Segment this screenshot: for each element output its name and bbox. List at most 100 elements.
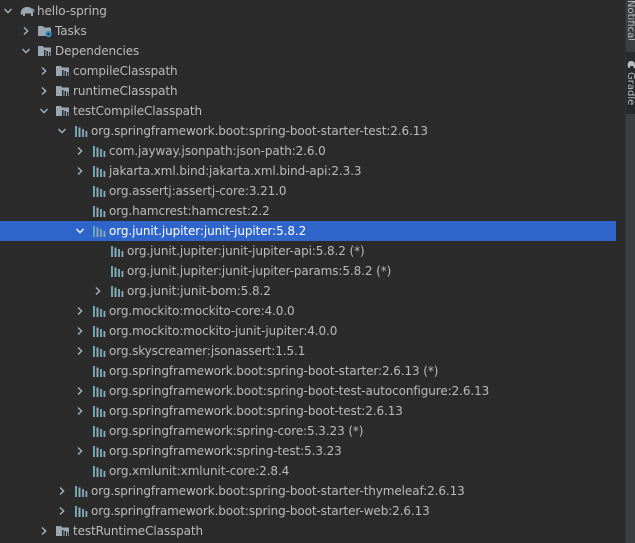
tree-row[interactable]: org.junit.jupiter:junit-jupiter:5.8.2: [0, 221, 616, 241]
tree-row[interactable]: org.junit:junit-bom:5.8.2: [0, 281, 616, 301]
gradle-tab-label: Gradle: [626, 72, 635, 106]
tree-row[interactable]: org.mockito:mockito-junit-jupiter:4.0.0: [0, 321, 616, 341]
gradle-dependency-tree: hello-spring Tasks Dependencies compileClas…: [0, 0, 616, 543]
tree-row[interactable]: org.springframework.boot:spring-boot-sta…: [0, 481, 616, 501]
configuration-folder-icon: [55, 523, 71, 539]
tree-row-label: org.junit.jupiter:junit-jupiter-api:5.8.…: [127, 244, 365, 258]
tree-row-label: org.hamcrest:hamcrest:2.2: [109, 204, 270, 218]
chevron-right-icon[interactable]: [73, 161, 87, 181]
library-icon: [73, 503, 89, 519]
chevron-right-icon[interactable]: [91, 281, 105, 301]
configuration-folder-icon: [55, 83, 71, 99]
tree-row[interactable]: org.mockito:mockito-core:4.0.0: [0, 301, 616, 321]
chevron-down-icon[interactable]: [73, 221, 87, 241]
library-icon: [91, 163, 107, 179]
tree-row[interactable]: org.skyscreamer:jsonassert:1.5.1: [0, 341, 616, 361]
library-icon: [91, 343, 107, 359]
library-icon: [73, 483, 89, 499]
notifications-tool-tab[interactable]: Notifications: [626, 0, 635, 40]
chevron-right-icon[interactable]: [73, 141, 87, 161]
chevron-right-icon[interactable]: [73, 321, 87, 341]
library-icon: [91, 143, 107, 159]
tree-row[interactable]: hello-spring: [0, 1, 616, 21]
library-icon: [91, 423, 107, 439]
tree-row[interactable]: Dependencies: [0, 41, 616, 61]
library-icon: [91, 363, 107, 379]
tree-row-label: org.springframework:spring-test:5.3.23: [109, 444, 342, 458]
library-icon: [109, 243, 125, 259]
chevron-right-icon[interactable]: [19, 21, 33, 41]
tree-row[interactable]: runtimeClasspath: [0, 81, 616, 101]
tree-row[interactable]: testCompileClasspath: [0, 101, 616, 121]
chevron-right-icon[interactable]: [73, 401, 87, 421]
chevron-right-icon[interactable]: [73, 381, 87, 401]
tree-row-label: jakarta.xml.bind:jakarta.xml.bind-api:2.…: [109, 164, 362, 178]
tree-row[interactable]: org.springframework:spring-test:5.3.23: [0, 441, 616, 461]
tree-row[interactable]: org.hamcrest:hamcrest:2.2: [0, 201, 616, 221]
tree-row[interactable]: jakarta.xml.bind:jakarta.xml.bind-api:2.…: [0, 161, 616, 181]
tree-row[interactable]: testRuntimeClasspath: [0, 521, 616, 541]
chevron-down-icon[interactable]: [37, 101, 51, 121]
gradle-tool-tab[interactable]: Gradle: [626, 52, 635, 114]
library-icon: [91, 183, 107, 199]
tree-row[interactable]: compileClasspath: [0, 61, 616, 81]
tree-row-label: org.springframework.boot:spring-boot-sta…: [91, 124, 428, 138]
chevron-right-icon[interactable]: [73, 301, 87, 321]
tree-row[interactable]: org.springframework.boot:spring-boot-tes…: [0, 401, 616, 421]
chevron-right-icon[interactable]: [37, 61, 51, 81]
tree-row-label: org.springframework:spring-core:5.3.23 (…: [109, 424, 364, 438]
tree-row-label: org.junit:junit-bom:5.8.2: [127, 284, 271, 298]
tasks-folder-icon: [37, 23, 53, 39]
chevron-right-icon[interactable]: [73, 341, 87, 361]
tree-row-label: org.mockito:mockito-core:4.0.0: [109, 304, 295, 318]
chevron-right-icon[interactable]: [55, 501, 69, 521]
chevron-right-icon[interactable]: [55, 481, 69, 501]
tree-row[interactable]: org.springframework.boot:spring-boot-sta…: [0, 501, 616, 521]
tree-row-label: Tasks: [55, 24, 87, 38]
tree-row-label: com.jayway.jsonpath:json-path:2.6.0: [109, 144, 326, 158]
chevron-down-icon[interactable]: [55, 121, 69, 141]
tree-row[interactable]: org.junit.jupiter:junit-jupiter-params:5…: [0, 261, 616, 281]
tree-row[interactable]: Tasks: [0, 21, 616, 41]
tree-row-label: org.springframework.boot:spring-boot-sta…: [91, 504, 430, 518]
library-icon: [91, 303, 107, 319]
tree-row[interactable]: org.springframework:spring-core:5.3.23 (…: [0, 421, 616, 441]
tree-row-label: org.junit.jupiter:junit-jupiter-params:5…: [127, 264, 392, 278]
tree-row-label: runtimeClasspath: [73, 84, 178, 98]
tree-row-label: org.xmlunit:xmlunit-core:2.8.4: [109, 464, 290, 478]
tree-row[interactable]: com.jayway.jsonpath:json-path:2.6.0: [0, 141, 616, 161]
library-icon: [109, 283, 125, 299]
chevron-down-icon[interactable]: [1, 1, 15, 21]
library-icon: [91, 443, 107, 459]
chevron-right-icon[interactable]: [73, 441, 87, 461]
chevron-down-icon[interactable]: [19, 41, 33, 61]
notifications-tab-label: Notifications: [626, 0, 635, 40]
chevron-right-icon[interactable]: [37, 521, 51, 541]
tree-row[interactable]: org.xmlunit:xmlunit-core:2.8.4: [0, 461, 616, 481]
tree-row-label: org.junit.jupiter:junit-jupiter:5.8.2: [109, 224, 307, 238]
tree-row[interactable]: org.assertj:assertj-core:3.21.0: [0, 181, 616, 201]
chevron-right-icon[interactable]: [37, 81, 51, 101]
tree-row[interactable]: org.junit.jupiter:junit-jupiter-api:5.8.…: [0, 241, 616, 261]
tree-row-label: Dependencies: [55, 44, 140, 58]
library-icon: [91, 223, 107, 239]
library-icon: [91, 203, 107, 219]
tree-row-label: org.springframework.boot:spring-boot-sta…: [91, 484, 465, 498]
library-icon: [91, 383, 107, 399]
gradle-elephant-icon: [19, 3, 35, 19]
tree-row[interactable]: org.springframework.boot:spring-boot-sta…: [0, 121, 616, 141]
tree-row-label: org.skyscreamer:jsonassert:1.5.1: [109, 344, 306, 358]
library-icon: [91, 323, 107, 339]
library-icon: [91, 403, 107, 419]
tree-row[interactable]: org.springframework.boot:spring-boot-sta…: [0, 361, 616, 381]
gradle-elephant-icon: [627, 61, 635, 68]
library-icon: [91, 463, 107, 479]
tree-row[interactable]: org.springframework.boot:spring-boot-tes…: [0, 381, 616, 401]
tree-row-label: org.mockito:mockito-junit-jupiter:4.0.0: [109, 324, 338, 338]
dependencies-folder-icon: [37, 43, 53, 59]
